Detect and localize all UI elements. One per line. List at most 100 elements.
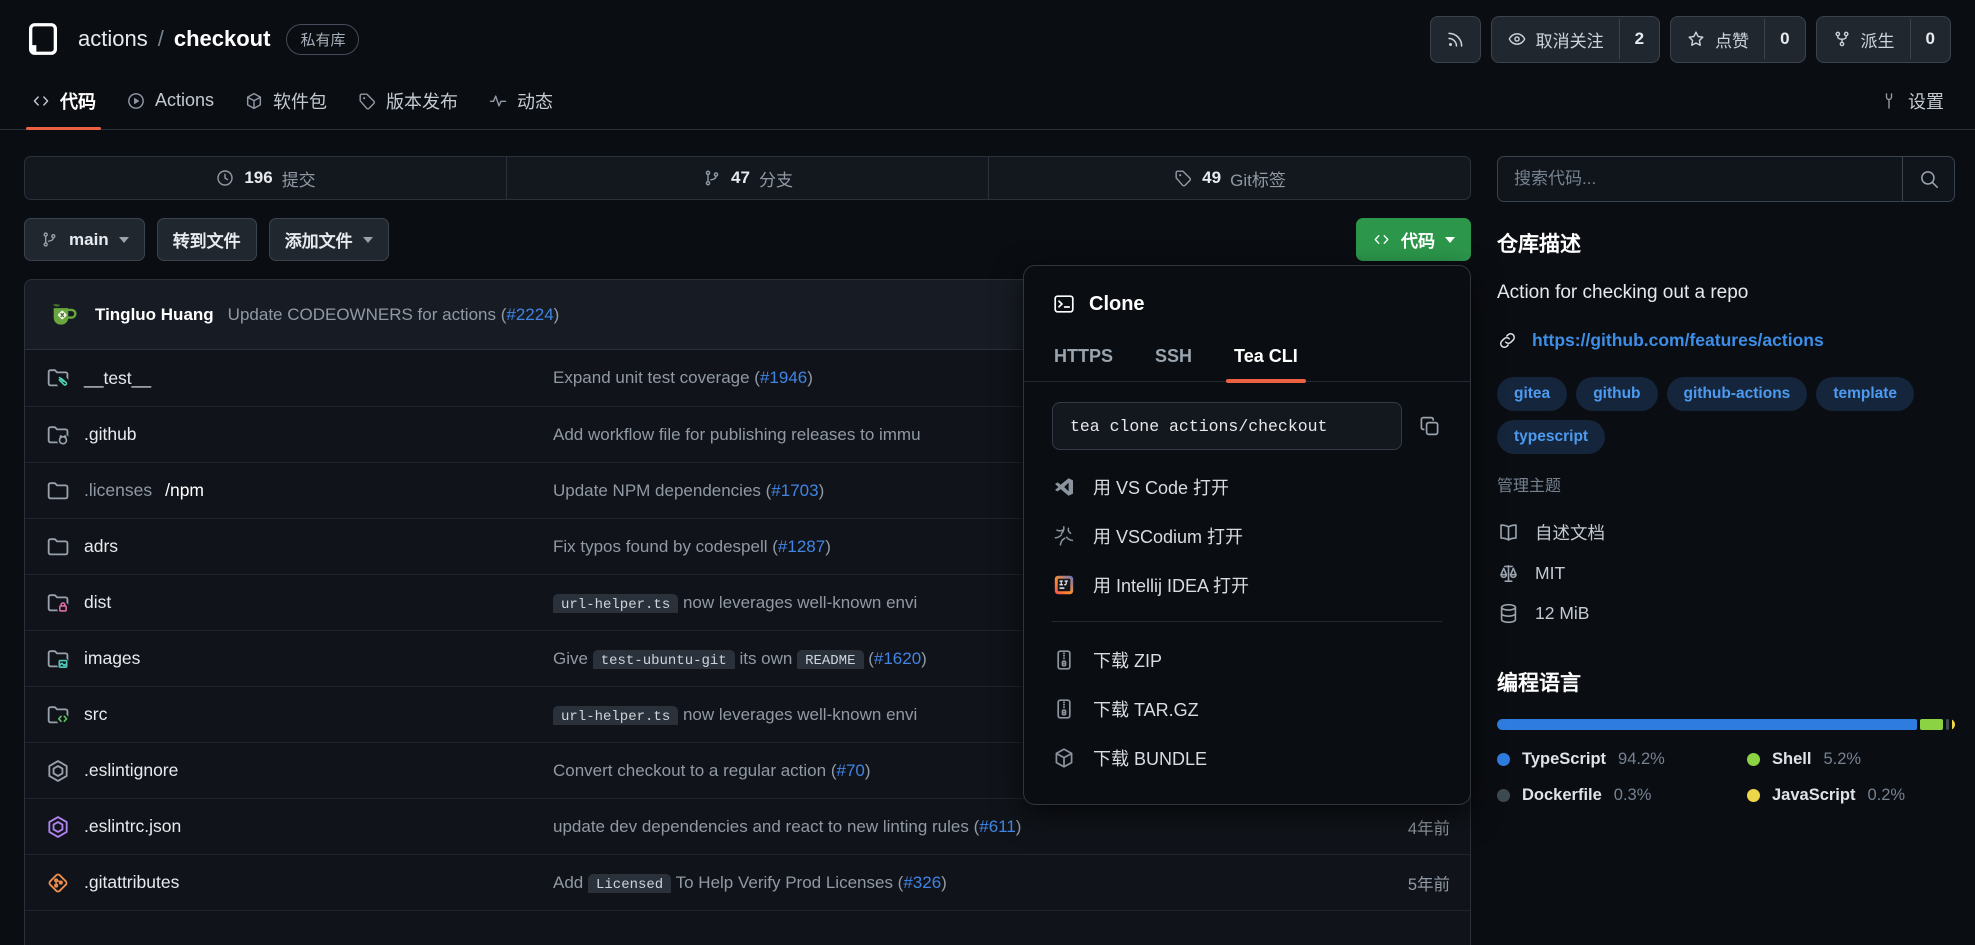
search-button[interactable] [1902,157,1954,201]
bundle-cube-icon [1052,746,1076,770]
tab-actions[interactable]: Actions [111,72,229,129]
issue-link[interactable]: #1703 [771,481,818,500]
issue-link[interactable]: #1287 [778,537,825,556]
topic-pill[interactable]: github [1576,377,1657,411]
meta-row[interactable]: 自述文档 [1497,520,1955,545]
file-name-link[interactable]: dist [84,592,111,613]
star-icon [1686,29,1706,49]
topic-pill[interactable]: typescript [1497,420,1605,454]
language-bar[interactable] [1497,719,1955,730]
language-legend-item[interactable]: Shell5.2% [1747,750,1955,769]
issue-link[interactable]: #611 [979,817,1016,836]
search-input[interactable] [1498,157,1902,201]
fork-label: 派生 [1861,27,1895,52]
star-count[interactable]: 0 [1764,19,1804,59]
rss-button[interactable] [1430,16,1481,63]
file-name-link[interactable]: .licenses [84,480,152,501]
language-legend-item[interactable]: JavaScript0.2% [1747,786,1955,805]
clone-menu-item[interactable]: 用 VSCodium 打开 [1052,523,1442,549]
language-bar-segment [1497,719,1917,730]
file-name-link[interactable]: .github [84,424,137,445]
breadcrumb-owner-link[interactable]: actions [78,26,148,52]
folder-icon [45,534,71,560]
branch-name: main [69,230,109,250]
topic-pill[interactable]: gitea [1497,377,1567,411]
clone-url-input[interactable] [1052,402,1402,450]
vscodium-icon [1052,524,1076,548]
fork-button[interactable]: 派生 0 [1816,16,1951,63]
issue-link[interactable]: #2224 [506,305,553,324]
file-name-link[interactable]: .gitattributes [84,872,179,893]
file-name-link[interactable]: .eslintignore [84,760,178,781]
clone-menu-item[interactable]: 用 VS Code 打开 [1052,474,1442,500]
code-download-button[interactable]: 代码 [1356,218,1471,261]
copy-icon[interactable] [1418,414,1442,438]
issue-link[interactable]: #1946 [760,368,807,387]
tab-releases[interactable]: 版本发布 [342,72,473,129]
issue-link[interactable]: #70 [836,761,864,780]
meta-row[interactable]: MIT [1497,562,1955,585]
clone-tab-tea-cli[interactable]: Tea CLI [1232,338,1300,381]
file-commit-message[interactable]: update dev dependencies and react to new… [553,817,1340,837]
site-logo-icon[interactable] [24,20,62,58]
file-name-link[interactable]: __test__ [84,368,151,389]
git-tag-icon [357,91,377,111]
code-chip: url-helper.ts [553,706,678,725]
file-name-link[interactable]: adrs [84,536,118,557]
code-chip: test-ubuntu-git [593,650,735,669]
manage-topics-link[interactable]: 管理主题 [1497,472,1955,496]
avatar[interactable] [45,297,81,333]
eye-icon [1507,29,1527,49]
commit-author-link[interactable]: Tingluo Huang [95,305,214,325]
language-color-dot [1497,753,1510,766]
stat-branches[interactable]: 47分支 [506,157,988,199]
commit-message[interactable]: Update CODEOWNERS for actions (#2224) [228,305,560,325]
clone-menu-item[interactable]: 下载 TAR.GZ [1052,696,1442,722]
language-legend-item[interactable]: Dockerfile0.3% [1497,786,1747,805]
tab-settings[interactable]: 设置 [1864,72,1959,129]
goto-file-button[interactable]: 转到文件 [157,218,257,261]
repo-stats-bar: 196提交47分支49Git标签 [24,156,1471,200]
chevron-down-icon [1445,237,1455,243]
git-tag-icon [1173,168,1193,188]
file-name-link[interactable]: /npm [165,480,204,501]
tab-code[interactable]: 代码 [16,72,111,129]
branch-selector[interactable]: main [24,218,145,261]
file-name-link[interactable]: images [84,648,140,669]
add-file-button[interactable]: 添加文件 [269,218,389,261]
watch-count[interactable]: 2 [1619,19,1659,59]
language-color-dot [1747,753,1760,766]
watch-button[interactable]: 取消关注 2 [1491,16,1660,63]
file-name-link[interactable]: src [84,704,107,725]
code-chip: url-helper.ts [553,594,678,613]
clone-tab-ssh[interactable]: SSH [1153,338,1194,381]
topics-list: gitea github github-actionstemplate typescr… [1497,377,1955,454]
top-header: actions / checkout 私有库 取消关注 2 点赞 0 派生 0 [0,0,1975,62]
tab-activity[interactable]: 动态 [473,72,568,129]
file-name-link[interactable]: .eslintrc.json [84,816,181,837]
issue-link[interactable]: #1620 [874,649,921,668]
stat-tags[interactable]: 49Git标签 [988,157,1470,199]
clone-menu-item[interactable]: 下载 BUNDLE [1052,745,1442,771]
issue-link[interactable]: #326 [903,873,941,892]
git-attributes-icon [45,870,71,896]
stat-commits[interactable]: 196提交 [25,157,506,199]
watch-label: 取消关注 [1536,27,1604,52]
clone-tab-https[interactable]: HTTPS [1052,338,1115,381]
fork-count[interactable]: 0 [1910,19,1950,59]
meta-row[interactable]: 12 MiB [1497,602,1955,625]
website-link[interactable]: https://github.com/features/actions [1532,330,1824,351]
star-button[interactable]: 点赞 0 [1670,16,1805,63]
archive-zip-icon [1052,697,1076,721]
topic-pill[interactable]: github-actions [1667,377,1808,411]
breadcrumb: actions / checkout 私有库 [78,24,359,55]
chevron-down-icon [119,237,129,243]
intellij-icon [1052,573,1076,597]
clone-menu-item[interactable]: 下载 ZIP [1052,647,1442,673]
file-commit-message[interactable]: Add Licensed To Help Verify Prod License… [553,873,1340,893]
topic-pill[interactable]: template [1816,377,1914,411]
clone-menu-item[interactable]: 用 Intellij IDEA 打开 [1052,572,1442,598]
tab-packages[interactable]: 软件包 [229,72,342,129]
breadcrumb-repo-link[interactable]: checkout [174,26,271,52]
language-legend-item[interactable]: TypeScript94.2% [1497,750,1747,769]
